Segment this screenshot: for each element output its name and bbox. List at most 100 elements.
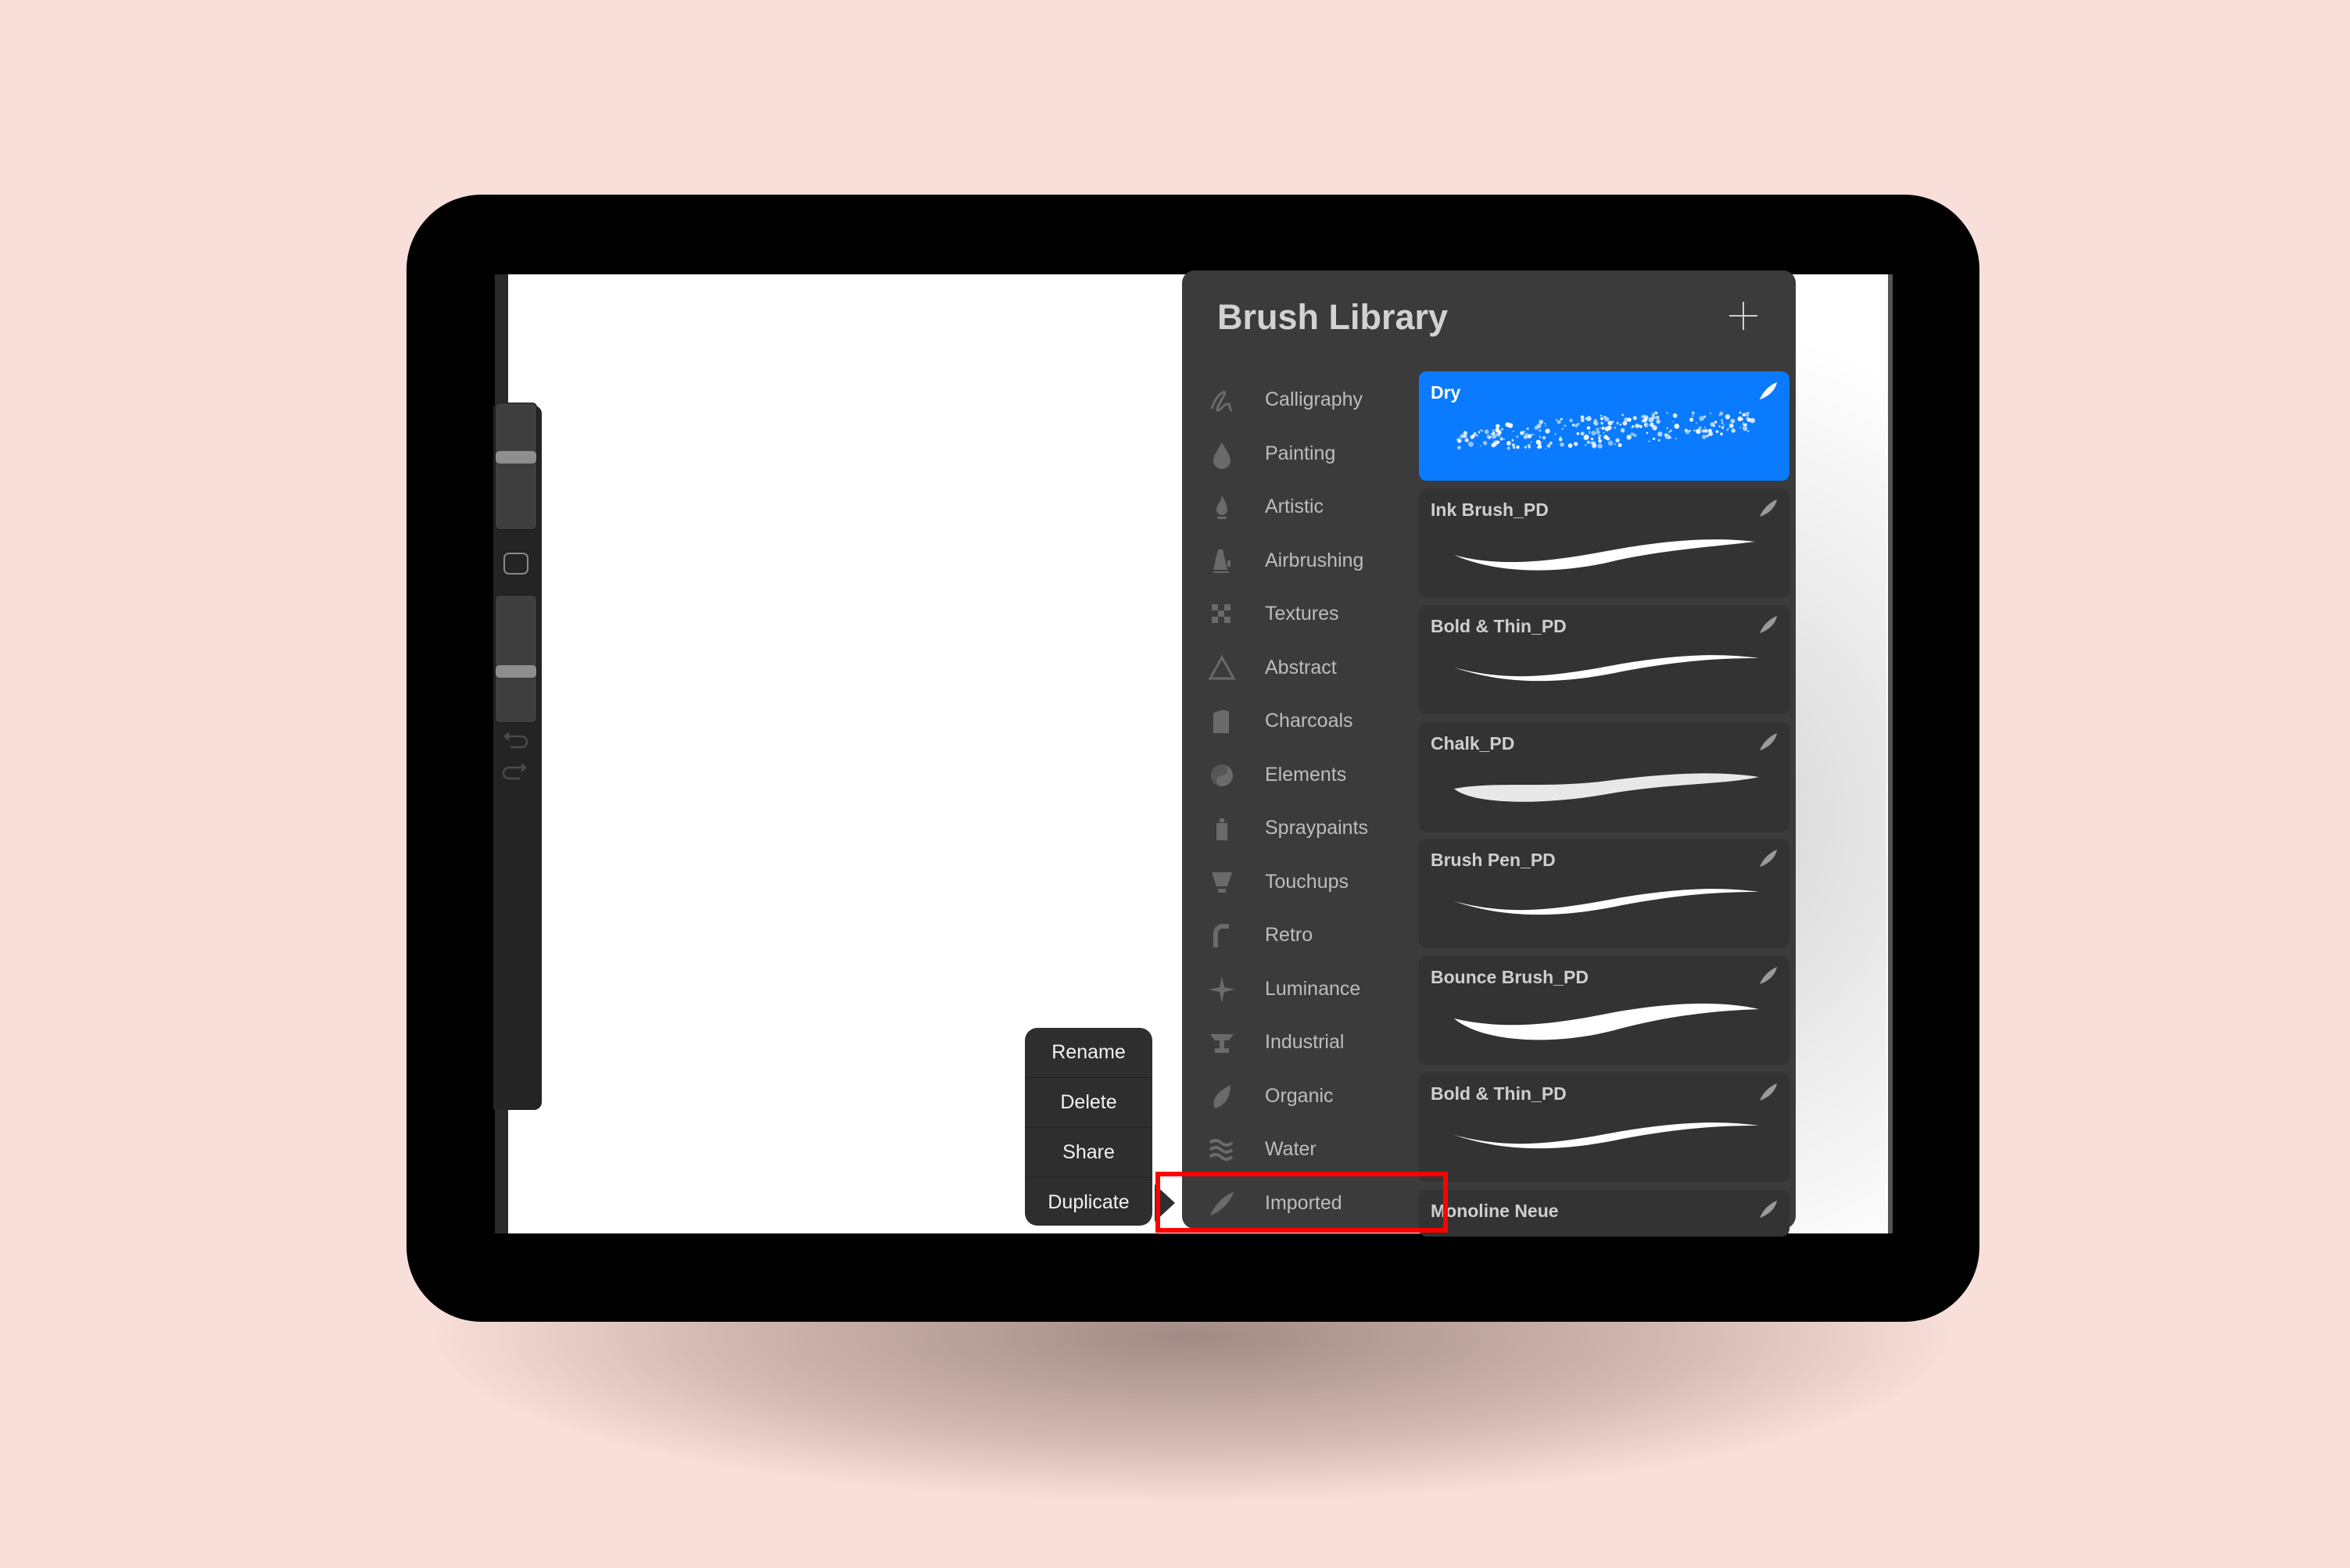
opacity-thumb[interactable] — [496, 665, 536, 678]
feather-icon — [1760, 616, 1777, 633]
brush-card[interactable]: Ink Brush_PD — [1419, 488, 1789, 598]
dry-texture-dot — [1482, 441, 1488, 446]
panel-title: Brush Library — [1217, 297, 1449, 337]
brush-card[interactable]: Bounce Brush_PD — [1419, 955, 1789, 1065]
dry-texture-dot — [1511, 443, 1516, 447]
brush-card[interactable]: Brush Pen_PD — [1419, 839, 1789, 948]
opacity-slider[interactable] — [495, 595, 537, 723]
dry-texture-dot — [1721, 419, 1723, 421]
dry-texture-dot — [1526, 427, 1529, 431]
redo-icon[interactable] — [501, 761, 529, 783]
dry-texture-dot — [1657, 439, 1660, 442]
category-industrial[interactable]: Industrial — [1182, 1018, 1417, 1065]
dry-texture-dot — [1604, 417, 1610, 422]
dry-texture-dot — [1651, 412, 1653, 414]
category-charcoals[interactable]: Charcoals — [1182, 697, 1417, 744]
dry-texture-dot — [1524, 433, 1530, 439]
brush-card[interactable]: Monoline Neue — [1419, 1189, 1789, 1237]
category-label: Elements — [1265, 763, 1347, 786]
category-abstract[interactable]: Abstract — [1182, 644, 1417, 691]
dry-texture-dot — [1616, 439, 1619, 442]
context-menu: Rename Delete Share Duplicate — [1025, 1028, 1152, 1226]
dry-texture-dot — [1585, 444, 1587, 446]
category-airbrushing[interactable]: Airbrushing — [1182, 537, 1417, 584]
dry-texture-dot — [1545, 425, 1547, 427]
dry-texture-dot — [1614, 427, 1616, 429]
category-touchups[interactable]: Touchups — [1182, 858, 1417, 905]
dry-texture-dot — [1600, 421, 1603, 425]
dry-texture-dot — [1590, 437, 1594, 441]
dry-texture-dot — [1476, 434, 1478, 437]
dry-texture-dot — [1737, 417, 1742, 421]
dry-texture-dot — [1571, 424, 1575, 427]
dry-texture-dot — [1592, 442, 1597, 447]
category-luminance[interactable]: Luminance — [1182, 965, 1417, 1012]
brush-card[interactable]: Bold & Thin_PD — [1419, 605, 1789, 714]
dry-texture-dot — [1557, 420, 1561, 424]
undo-icon[interactable] — [501, 730, 529, 752]
category-textures[interactable]: Textures — [1182, 590, 1417, 637]
dry-texture-dot — [1672, 421, 1675, 423]
brush-name: Dry — [1431, 382, 1461, 403]
category-water[interactable]: Water — [1182, 1126, 1417, 1172]
modify-button[interactable] — [503, 553, 528, 575]
brush-name: Bold & Thin_PD — [1431, 616, 1567, 636]
category-calligraphy[interactable]: Calligraphy — [1182, 376, 1417, 423]
dry-texture-dot — [1479, 429, 1482, 431]
rename-menu-item[interactable]: Rename — [1025, 1028, 1152, 1078]
dry-texture-dot — [1714, 421, 1718, 424]
category-spraypaints[interactable]: Spraypaints — [1182, 804, 1417, 851]
dry-texture-dot — [1666, 412, 1668, 414]
brush-name: Brush Pen_PD — [1431, 850, 1556, 870]
brush-card[interactable]: Dry — [1419, 371, 1789, 481]
dry-texture-dot — [1664, 433, 1668, 437]
dry-texture-dot — [1653, 411, 1657, 415]
dry-texture-dot — [1463, 435, 1465, 438]
dry-texture-dot — [1586, 426, 1591, 430]
brush-size-slider[interactable] — [495, 403, 537, 530]
dry-texture-dot — [1607, 421, 1613, 426]
delete-menu-item[interactable]: Delete — [1025, 1078, 1152, 1128]
brush-size-thumb[interactable] — [496, 451, 536, 464]
dry-texture-dot — [1648, 440, 1650, 442]
brush-stroke-preview — [1454, 1003, 1759, 1040]
category-elements[interactable]: Elements — [1182, 751, 1417, 798]
brush-name: Ink Brush_PD — [1431, 499, 1549, 520]
dry-texture-dot — [1746, 415, 1749, 417]
dry-texture-dot — [1528, 446, 1531, 449]
spray-can-icon — [1216, 818, 1227, 840]
dry-texture-dot — [1603, 431, 1605, 434]
dry-texture-dot — [1539, 436, 1542, 439]
feather-icon — [1760, 1200, 1777, 1218]
category-organic[interactable]: Organic — [1182, 1072, 1417, 1119]
dry-texture-dot — [1728, 423, 1734, 428]
dry-texture-dot — [1580, 415, 1585, 419]
dry-texture-dot — [1633, 433, 1637, 438]
category-label: Painting — [1265, 442, 1336, 464]
dry-texture-dot — [1600, 414, 1603, 417]
dry-texture-dot — [1744, 428, 1747, 431]
dry-texture-dot — [1626, 435, 1632, 440]
brush-card[interactable]: Bold & Thin_PD — [1419, 1072, 1789, 1182]
dry-texture-dot — [1699, 416, 1704, 421]
triangle-icon — [1208, 654, 1236, 679]
duplicate-menu-item[interactable]: Duplicate — [1025, 1178, 1152, 1226]
dry-texture-dot — [1464, 438, 1469, 442]
highlight-box — [1155, 1172, 1448, 1233]
category-artistic[interactable]: Artistic — [1182, 483, 1417, 530]
dry-texture-dot — [1513, 446, 1515, 449]
plus-icon[interactable] — [1729, 302, 1757, 330]
category-label: Artistic — [1265, 496, 1324, 517]
dry-texture-dot — [1742, 413, 1746, 417]
brush-stroke-preview — [1454, 772, 1759, 802]
share-menu-item[interactable]: Share — [1025, 1128, 1152, 1178]
dry-texture-dot — [1702, 435, 1707, 439]
category-painting[interactable]: Painting — [1182, 430, 1417, 477]
brush-card[interactable]: Chalk_PD — [1419, 721, 1789, 832]
dry-texture-dot — [1656, 419, 1660, 424]
dry-texture-dot — [1727, 428, 1729, 430]
brush-stroke-preview — [1454, 655, 1759, 682]
category-retro[interactable]: Retro — [1182, 911, 1417, 958]
dry-texture-dot — [1544, 423, 1546, 425]
dry-texture-dot — [1639, 424, 1642, 428]
